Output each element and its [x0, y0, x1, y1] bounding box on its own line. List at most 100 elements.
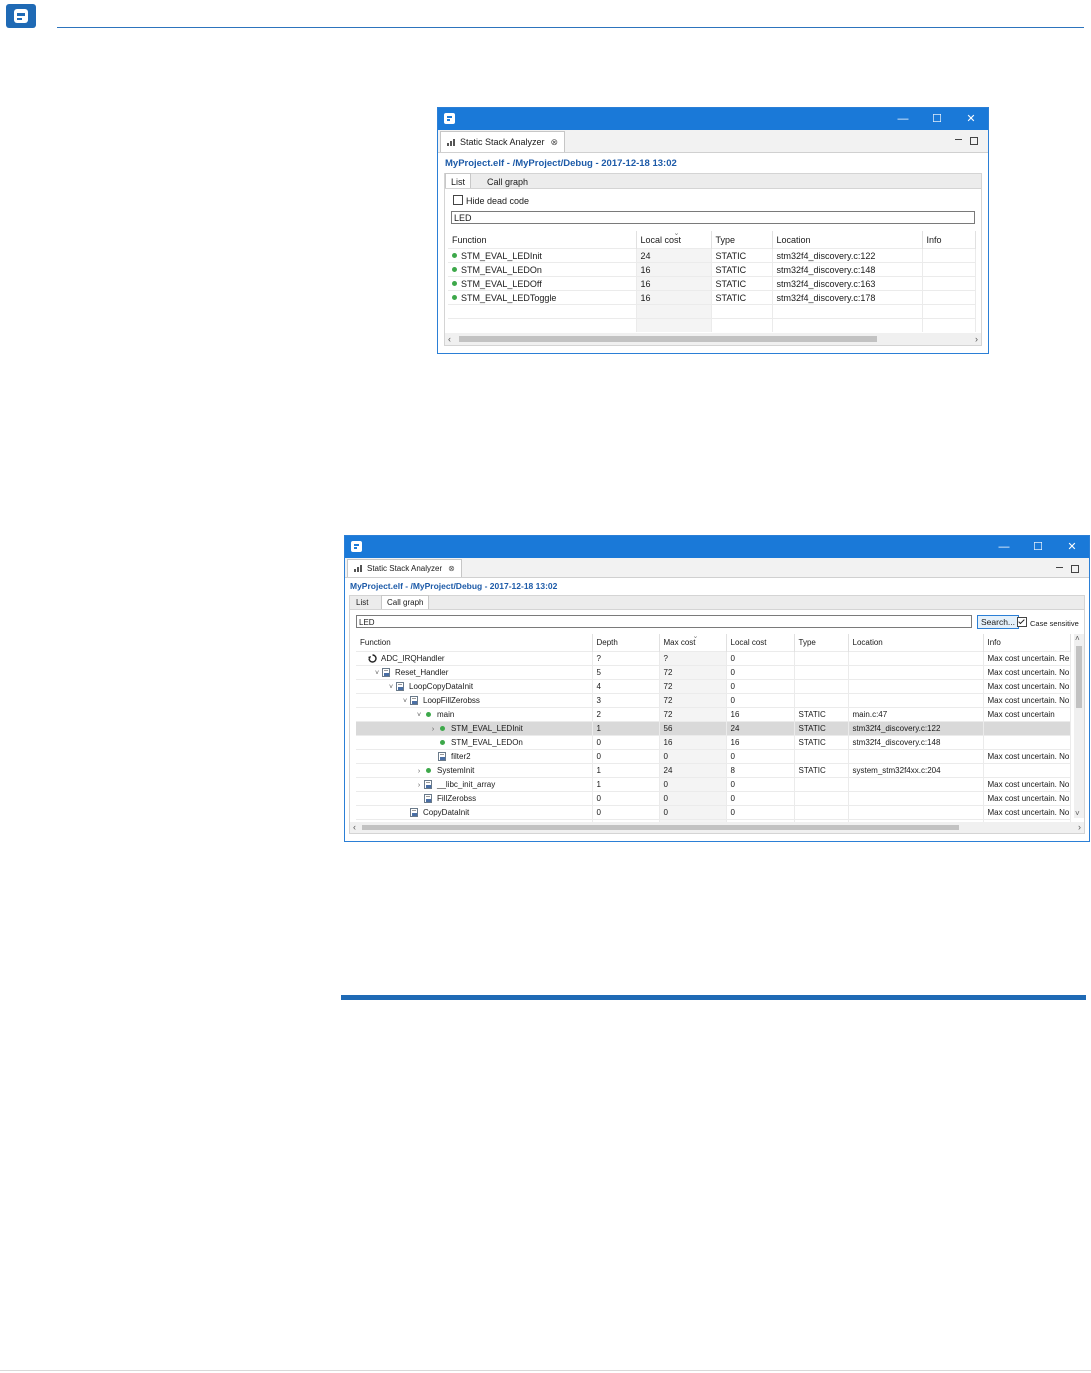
tree-row[interactable]: STM_EVAL_LEDOn 0 16 16 STATIC stm32f4_discove… [356, 735, 1071, 750]
scroll-thumb[interactable] [362, 825, 959, 830]
expand-icon[interactable]: › [428, 726, 438, 733]
cell-location [848, 805, 984, 820]
cell-info: Max cost uncertain. No [983, 679, 1071, 694]
case-sensitive-checkbox[interactable] [1017, 617, 1027, 627]
collapse-icon[interactable]: ˅ [414, 712, 424, 719]
cell-location [848, 791, 984, 806]
scroll-right-icon[interactable]: › [1078, 822, 1081, 833]
scroll-up-icon[interactable]: ˄ [1075, 634, 1080, 643]
minimize-icon[interactable]: — [987, 536, 1021, 558]
column-header-depth[interactable]: Depth [592, 634, 660, 652]
column-header-local-cost[interactable]: ⌄ Local cost [636, 231, 712, 249]
column-header-type[interactable]: Type [711, 231, 773, 249]
scroll-left-icon[interactable]: ‹ [353, 822, 356, 833]
tree-row[interactable]: › STM_EVAL_LEDInit 1 56 24 STATIC stm32f4_disc… [356, 721, 1071, 736]
cell-location: stm32f4_discovery.c:178 [772, 290, 923, 305]
column-header-max-cost[interactable]: ⌄ Max cost [659, 634, 727, 652]
cell-info [922, 248, 976, 263]
column-header-location[interactable]: Location [772, 231, 923, 249]
tree-row[interactable]: ˅ LoopFillZerobss 3 72 0 Max cost uncertain. … [356, 693, 1071, 708]
tree-row[interactable]: ˅ LoopCopyDataInit 4 72 0 Max cost uncertain.… [356, 679, 1071, 694]
view-minimize-icon[interactable] [955, 135, 962, 140]
table-row[interactable]: STM_EVAL_LEDToggle 16 STATIC stm32f4_discov… [448, 290, 976, 305]
column-header-function[interactable]: Function [448, 231, 637, 249]
view-tab-static-stack-analyzer[interactable]: Static Stack Analyzer ⊗ [440, 131, 566, 152]
stack-analyzer-icon [447, 139, 455, 146]
tree-row[interactable]: › __libc_init_array 1 0 0 Max cost uncertain.… [356, 777, 1071, 792]
title-bar[interactable]: — ☐ ✕ [438, 108, 988, 130]
hide-dead-code-checkbox[interactable] [453, 195, 463, 205]
app-icon [444, 113, 455, 124]
cell-text: STM_EVAL_LEDInit [461, 250, 542, 261]
tree-row[interactable]: filter2 0 0 0 Max cost uncertain. No [356, 749, 1071, 764]
column-header-info[interactable]: Info [983, 634, 1071, 652]
title-bar[interactable]: — ☐ ✕ [345, 536, 1089, 558]
cell-text: main [437, 710, 455, 719]
collapse-icon[interactable]: ˅ [372, 670, 382, 677]
column-header-location[interactable]: Location [848, 634, 984, 652]
cell-max-cost: 0 [659, 749, 727, 764]
close-tab-icon[interactable]: ⊗ [551, 137, 559, 147]
minimize-icon[interactable]: — [886, 108, 920, 130]
view-minimize-icon[interactable] [1056, 563, 1063, 568]
empty-row [448, 304, 976, 319]
horizontal-scrollbar[interactable]: ‹ › [445, 333, 981, 345]
table-row[interactable]: STM_EVAL_LEDInit 24 STATIC stm32f4_discover… [448, 248, 976, 263]
view-tab-static-stack-analyzer[interactable]: Static Stack Analyzer ⊗ [347, 559, 462, 577]
table-row[interactable]: STM_EVAL_LEDOn 16 STATIC stm32f4_discovery.… [448, 262, 976, 277]
table-row[interactable]: STM_EVAL_LEDOff 16 STATIC stm32f4_discovery… [448, 276, 976, 291]
asm-file-icon [396, 682, 405, 691]
column-header-local-cost[interactable]: Local cost [726, 634, 795, 652]
vertical-scrollbar[interactable]: ˄ ˅ [1074, 634, 1084, 818]
cell-local-cost: 8 [726, 763, 795, 778]
case-sensitive-option[interactable]: Case sensitive [1017, 617, 1079, 628]
close-tab-icon[interactable]: ⊗ [448, 564, 455, 573]
cell-text: 0 [663, 752, 668, 761]
tree-row[interactable]: ˅ main 2 72 16 STATIC main.c:47 Max cost uncert… [356, 707, 1071, 722]
collapse-icon[interactable]: ˅ [386, 684, 396, 691]
cell-depth: ? [592, 651, 660, 666]
scroll-right-icon[interactable]: › [975, 333, 978, 345]
scroll-thumb[interactable] [1076, 646, 1082, 708]
column-header-info[interactable]: Info [922, 231, 976, 249]
tree-row[interactable]: ˅ Reset_Handler 5 72 0 Max cost uncertain. No [356, 665, 1071, 680]
tree-row[interactable]: CopyDataInit 0 0 0 Max cost uncertain. No [356, 805, 1071, 820]
close-icon[interactable]: ✕ [1055, 536, 1089, 558]
cell-text: Max cost uncertain. No [987, 794, 1070, 803]
maximize-icon[interactable]: ☐ [920, 108, 954, 130]
cell-max-cost: 16 [659, 735, 727, 750]
column-header-function[interactable]: Function [356, 634, 593, 652]
call-graph-content: LED Search... Case sensitive Function De… [349, 609, 1085, 834]
tree-row[interactable]: ADC_IRQHandler?? 0 Max cost uncertain. Re [356, 651, 1071, 666]
collapse-icon[interactable]: ˅ [400, 698, 410, 705]
horizontal-scrollbar[interactable]: ‹ › [350, 822, 1084, 833]
expand-icon[interactable]: › [414, 768, 424, 775]
hide-dead-code-option[interactable]: Hide dead code [453, 195, 529, 206]
cell-function: ˅ Reset_Handler [356, 665, 593, 680]
scroll-down-icon[interactable]: ˅ [1075, 809, 1080, 818]
view-maximize-icon[interactable] [970, 137, 978, 145]
cell-local-cost: 16 [636, 262, 712, 277]
tree-row[interactable]: › SystemInit 1 24 8 STATIC system_stm32f4xx.c:… [356, 763, 1071, 778]
search-input[interactable]: LED [356, 615, 972, 628]
case-sensitive-label: Case sensitive [1030, 619, 1079, 628]
cell-location [848, 777, 984, 792]
function-icon [424, 766, 433, 775]
column-header-type[interactable]: Type [794, 634, 849, 652]
scroll-left-icon[interactable]: ‹ [448, 333, 451, 345]
search-button[interactable]: Search... [977, 615, 1020, 629]
maximize-icon[interactable]: ☐ [1021, 536, 1055, 558]
tree-row[interactable]: FillZerobss 0 0 0 Max cost uncertain. No [356, 791, 1071, 806]
scroll-thumb[interactable] [459, 336, 877, 342]
empty-cell [772, 304, 923, 319]
expand-icon[interactable]: › [414, 782, 424, 789]
cell-max-cost: 0 [659, 777, 727, 792]
close-icon[interactable]: ✕ [954, 108, 988, 130]
cell-text: 3 [596, 696, 601, 705]
filter-input[interactable]: LED [451, 211, 975, 224]
view-maximize-icon[interactable] [1071, 565, 1079, 573]
cell-depth: 0 [592, 749, 660, 764]
cell-max-cost: 72 [659, 693, 727, 708]
cell-text: 0 [730, 682, 735, 691]
view-tab-label: Static Stack Analyzer [460, 137, 545, 147]
